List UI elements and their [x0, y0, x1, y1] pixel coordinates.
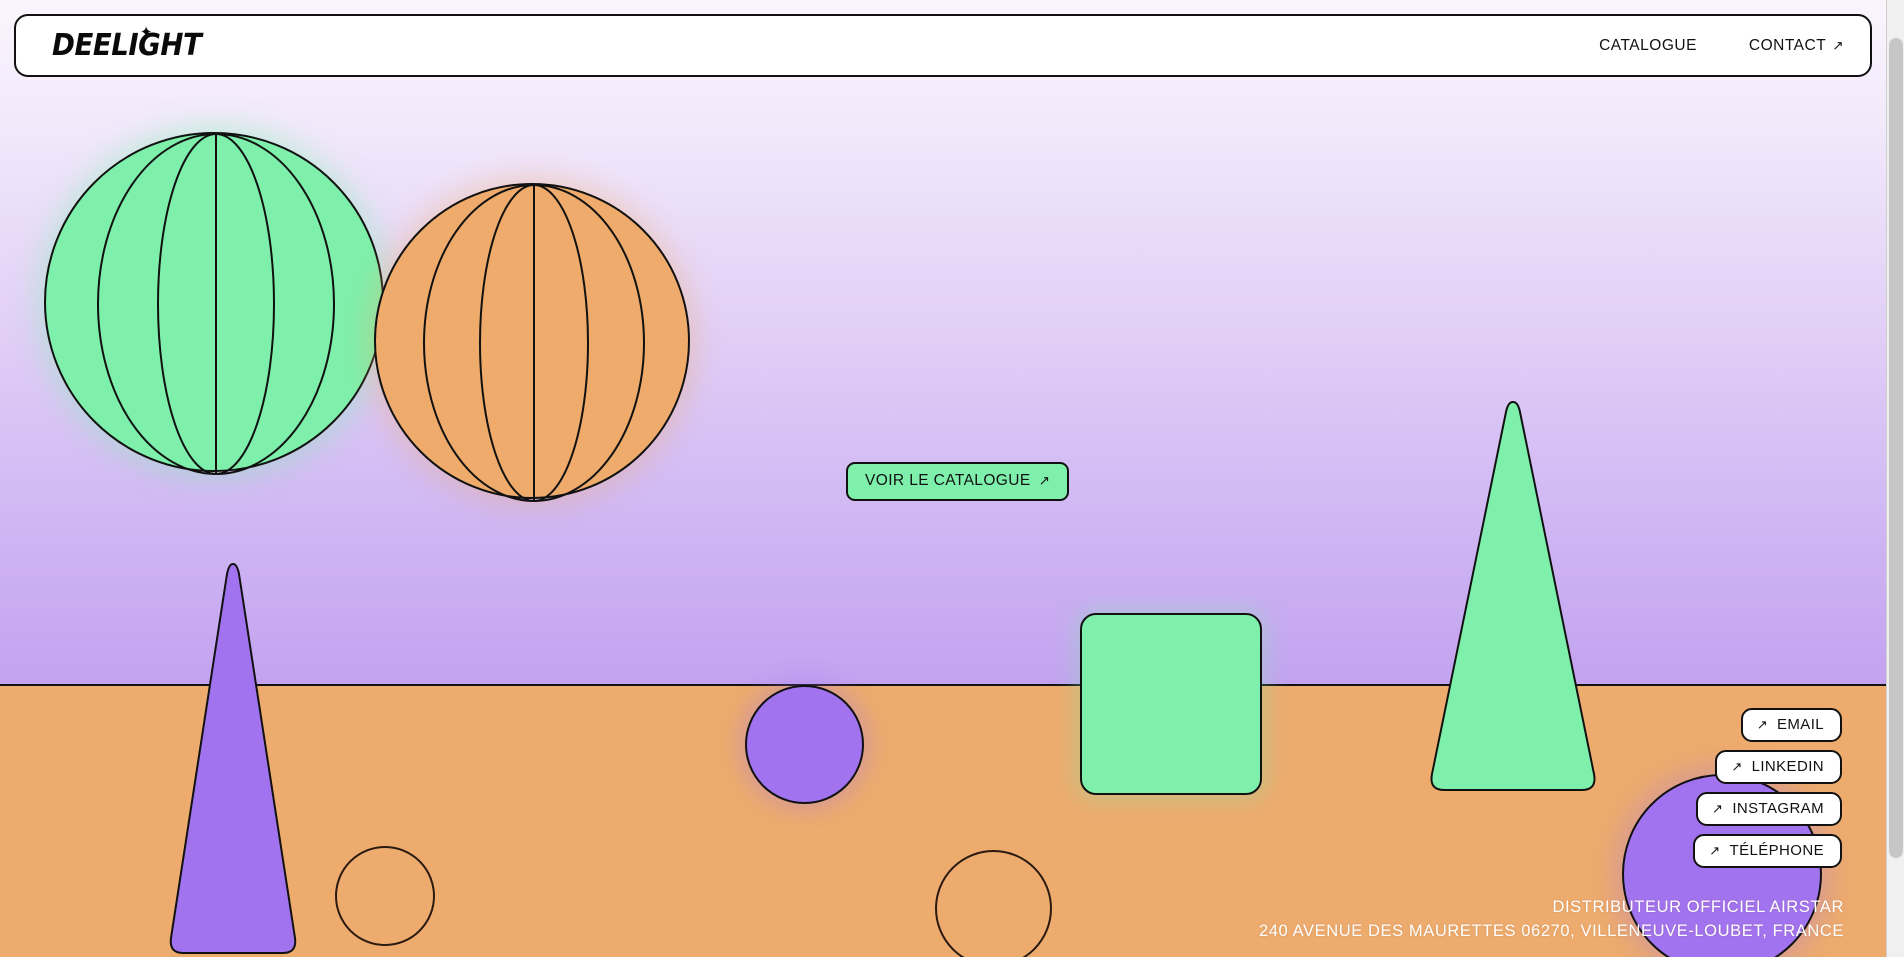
arrow-up-right-icon: ↗	[1756, 716, 1768, 732]
balloon-green-meridians	[97, 133, 335, 475]
circle-outline-center	[935, 850, 1052, 957]
social-link-linkedin[interactable]: ↗ LINKEDIN	[1715, 750, 1842, 784]
footer-line-distributor: DISTRIBUTEUR OFFICIEL AIRSTAR	[1552, 898, 1844, 917]
arrow-up-right-icon: ↗	[1709, 842, 1721, 858]
scrollbar-thumb[interactable]	[1889, 38, 1903, 858]
cone-green	[1430, 400, 1596, 791]
voir-le-catalogue-button[interactable]: VOIR LE CATALOGUE ↗	[846, 462, 1070, 501]
social-link-label: EMAIL	[1776, 716, 1824, 733]
social-link-email[interactable]: ↗ EMAIL	[1740, 708, 1842, 742]
footer-line-address: 240 AVENUE DES MAURETTES 06270, VILLENEU…	[1259, 921, 1844, 940]
arrow-up-right-icon: ↗	[1832, 37, 1844, 53]
brand-logo-text: DEELIGHT	[52, 28, 202, 63]
social-link-instagram[interactable]: ↗ INSTAGRAM	[1696, 792, 1842, 826]
cone-purple	[169, 562, 297, 954]
circle-purple-small	[745, 685, 864, 804]
arrow-up-right-icon: ↗	[1038, 473, 1051, 488]
star-icon: ✦	[139, 23, 153, 41]
cta-label: VOIR LE CATALOGUE	[865, 472, 1031, 489]
main-navigation: CATALOGUE CONTACT ↗	[1599, 37, 1844, 55]
nav-link-label: CATALOGUE	[1599, 36, 1697, 54]
nav-link-catalogue[interactable]: CATALOGUE	[1599, 37, 1697, 55]
social-link-label: INSTAGRAM	[1732, 800, 1824, 817]
nav-link-contact[interactable]: CONTACT ↗	[1749, 37, 1844, 55]
balloon-green	[44, 132, 384, 475]
page-root: VOIR LE CATALOGUE ↗ ↗ EMAIL ↗ LINKEDIN ↗…	[0, 0, 1904, 957]
balloon-orange	[374, 183, 690, 502]
rounded-square-green	[1080, 613, 1262, 795]
arrow-up-right-icon: ↗	[1731, 758, 1743, 774]
circle-outline-left	[335, 846, 435, 946]
balloon-orange-meridians	[423, 184, 645, 502]
social-link-label: LINKEDIN	[1751, 758, 1824, 775]
site-header: DEELIGHT ✦ CATALOGUE CONTACT ↗	[14, 14, 1872, 77]
social-link-telephone[interactable]: ↗ TÉLÉPHONE	[1693, 834, 1842, 868]
social-links-panel: ↗ EMAIL ↗ LINKEDIN ↗ INSTAGRAM ↗ TÉLÉPHO…	[1693, 708, 1842, 868]
brand-logo[interactable]: DEELIGHT ✦	[52, 23, 202, 63]
footer-address: DISTRIBUTEUR OFFICIEL AIRSTAR 240 AVENUE…	[1259, 896, 1844, 943]
nav-link-label: CONTACT	[1748, 36, 1827, 54]
social-link-label: TÉLÉPHONE	[1729, 842, 1824, 859]
page-viewport: VOIR LE CATALOGUE ↗ ↗ EMAIL ↗ LINKEDIN ↗…	[0, 0, 1886, 957]
page-scrollbar[interactable]	[1886, 0, 1904, 957]
arrow-up-right-icon: ↗	[1712, 800, 1724, 816]
